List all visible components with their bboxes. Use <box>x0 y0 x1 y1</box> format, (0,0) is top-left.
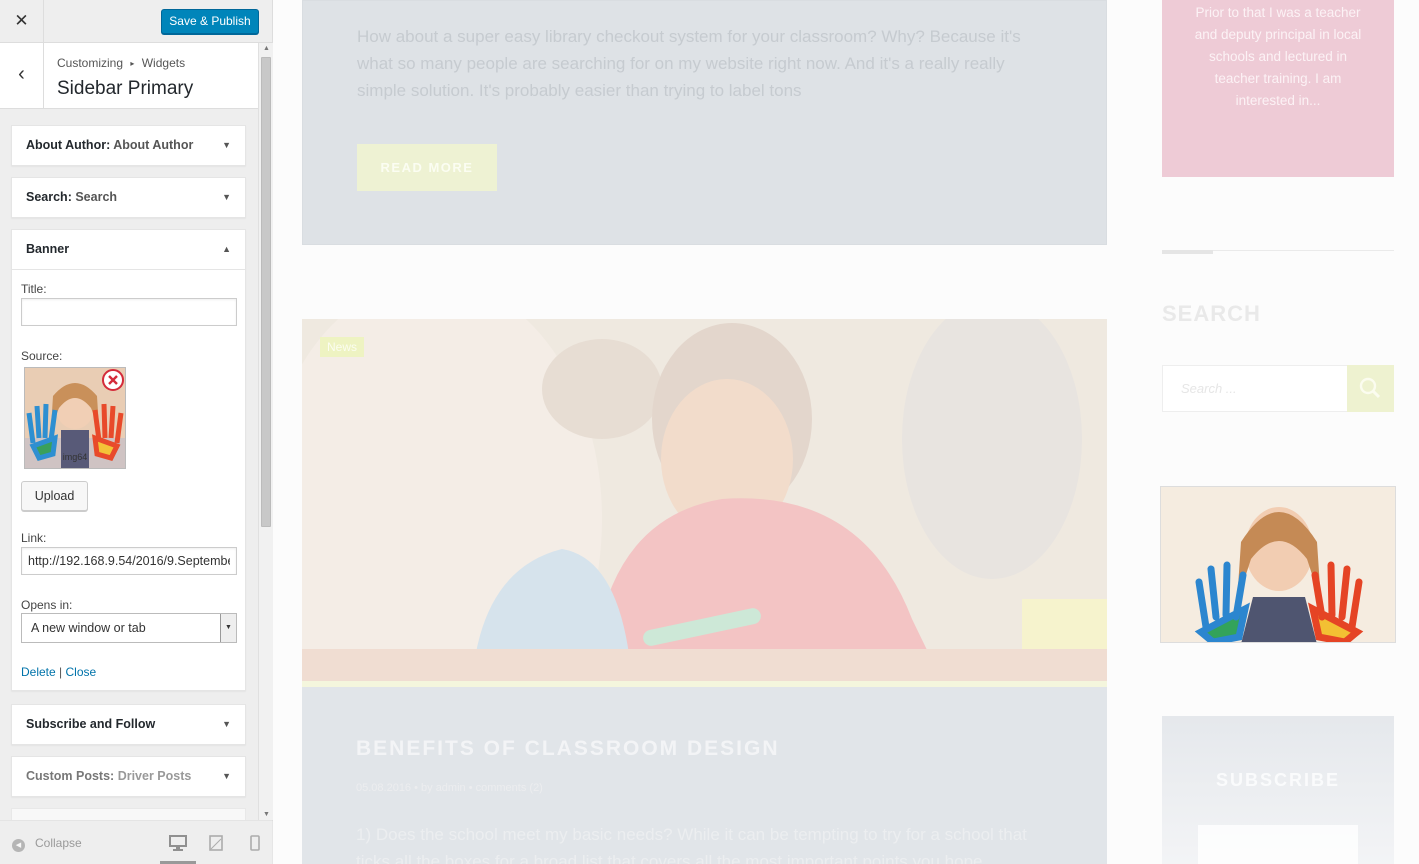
customizer-scrollbar[interactable]: ▲ ▼ <box>258 43 273 820</box>
title-input[interactable] <box>21 298 237 326</box>
preview-mobile-button[interactable] <box>250 835 260 856</box>
post-card: How about a super easy library checkout … <box>302 0 1107 245</box>
widget-name: Subscribe and Follow <box>26 717 156 731</box>
title-label: Title: <box>21 282 47 296</box>
widget-subscribe-follow[interactable]: Subscribe and Follow ▼ <box>11 704 246 745</box>
widget-header[interactable]: About Author: About Author ▼ <box>12 126 245 166</box>
collapse-label: Collapse <box>35 836 82 850</box>
caret-down-icon[interactable]: ▼ <box>222 126 231 165</box>
widgets-scroll-area[interactable]: ‹ Customizing ▸ Widgets Sidebar Primary … <box>0 43 258 820</box>
post-excerpt: 1) Does the school meet my basic needs? … <box>356 825 1027 864</box>
subscribe-widget: SUBSCRIBE <box>1162 716 1394 864</box>
section-header: ‹ Customizing ▸ Widgets Sidebar Primary <box>0 43 258 109</box>
opens-in-value: A new window or tab <box>31 621 146 635</box>
widget-divider-accent <box>1162 250 1213 254</box>
widget-name: About Author <box>26 138 107 152</box>
classroom-girl-image <box>302 319 1107 681</box>
widget-header[interactable]: Search: Search ▼ <box>12 178 245 218</box>
search-input[interactable]: Search ... <box>1162 365 1348 412</box>
collapse-arrow-icon: ◀ <box>12 839 25 852</box>
select-arrow-icon[interactable]: ▼ <box>220 614 236 642</box>
customizer-panel: ✕ Save & Publish ‹ Customizing ▸ Widgets… <box>0 0 273 864</box>
widget-name: Search <box>26 190 68 204</box>
post-body: BENEFITS OF CLASSROOM DESIGN 05.08.2016 … <box>302 687 1107 864</box>
banner-widget-image[interactable] <box>1160 486 1396 643</box>
about-author-widget: Prior to that I was a teacher and deputy… <box>1162 0 1394 177</box>
delete-link[interactable]: Delete <box>21 665 56 679</box>
widget-name: Custom Posts <box>26 769 111 783</box>
post-excerpt: How about a super easy library checkout … <box>357 27 1021 100</box>
widget-title: Driver Posts <box>117 769 192 783</box>
mobile-icon <box>250 835 260 851</box>
painted-hands-girl-image <box>1161 487 1395 642</box>
save-publish-button[interactable]: Save & Publish <box>161 9 259 34</box>
widget-search[interactable]: Search: Search ▼ <box>11 177 246 218</box>
caret-down-icon[interactable]: ▼ <box>222 178 231 217</box>
caret-down-icon[interactable]: ▼ <box>222 705 231 744</box>
read-more-button[interactable]: READ MORE <box>357 144 497 191</box>
author-bio: Prior to that I was a teacher and deputy… <box>1194 5 1362 108</box>
preview-tablet-button[interactable] <box>209 835 223 856</box>
widget-partial[interactable] <box>11 808 246 820</box>
customizer-header: ✕ Save & Publish <box>0 0 272 43</box>
subscribe-title: SUBSCRIBE <box>1215 770 1340 790</box>
post-meta: 05.08.2016 • by admin • comments (2) <box>356 782 543 794</box>
widget-actions: Delete | Close <box>21 665 96 679</box>
link-label: Link: <box>21 531 47 545</box>
breadcrumb-root: Customizing <box>57 56 124 70</box>
remove-image-button[interactable] <box>101 368 125 392</box>
opens-in-select[interactable]: A new window or tab ▼ <box>21 613 237 643</box>
breadcrumb: Customizing ▸ Widgets <box>57 56 185 70</box>
widget-banner: Banner ▲ Title: Source: img64 Upload Lin… <box>11 229 246 691</box>
close-icon: ✕ <box>14 11 29 30</box>
thumbnail-caption: img64 <box>62 452 88 462</box>
subscribe-email-input[interactable] <box>1198 825 1358 864</box>
post-featured-image[interactable] <box>302 319 1107 681</box>
collapse-button[interactable]: ◀ Collapse <box>12 836 82 852</box>
upload-button[interactable]: Upload <box>21 481 88 511</box>
widget-name: Banner <box>26 242 70 256</box>
caret-down-icon[interactable]: ▼ <box>222 757 231 796</box>
post-title[interactable]: BENEFITS OF CLASSROOM DESIGN <box>356 737 780 761</box>
caret-up-icon[interactable]: ▲ <box>222 230 231 269</box>
breadcrumb-current: Widgets <box>141 56 186 70</box>
widget-title: Search <box>75 190 118 204</box>
widget-custom-posts[interactable]: Custom Posts: Driver Posts ▼ <box>11 756 246 797</box>
widget-header[interactable]: Custom Posts: Driver Posts ▼ <box>12 757 245 797</box>
widget-header[interactable]: Subscribe and Follow ▼ <box>12 705 245 745</box>
remove-circle-icon <box>102 369 124 391</box>
tablet-icon <box>209 835 223 851</box>
back-button[interactable]: ‹ <box>0 43 44 108</box>
source-label: Source: <box>21 349 63 363</box>
close-link[interactable]: Close <box>66 665 97 679</box>
widget-about-author[interactable]: About Author: About Author ▼ <box>11 125 246 166</box>
chevron-left-icon: ‹ <box>18 63 25 85</box>
close-customizer-button[interactable]: ✕ <box>0 0 44 42</box>
search-icon <box>1359 377 1381 399</box>
actions-separator: | <box>59 665 63 679</box>
search-widget-title: SEARCH <box>1162 301 1261 326</box>
site-preview: How about a super easy library checkout … <box>274 0 1419 864</box>
scroll-down-icon[interactable]: ▼ <box>263 811 270 818</box>
preview-desktop-button[interactable] <box>169 835 187 856</box>
opens-in-label: Opens in: <box>21 598 73 612</box>
scrollbar-thumb[interactable] <box>261 57 271 527</box>
link-input[interactable] <box>21 547 237 575</box>
desktop-icon <box>169 835 187 851</box>
widget-title: About Author <box>113 138 194 152</box>
customizer-footer: ◀ Collapse <box>0 820 273 864</box>
scroll-up-icon[interactable]: ▲ <box>263 45 270 52</box>
breadcrumb-separator: ▸ <box>130 59 135 68</box>
section-title: Sidebar Primary <box>57 78 194 99</box>
widget-header[interactable]: Banner ▲ <box>12 230 245 270</box>
category-tag[interactable]: News <box>320 337 364 357</box>
search-button[interactable] <box>1347 365 1394 412</box>
